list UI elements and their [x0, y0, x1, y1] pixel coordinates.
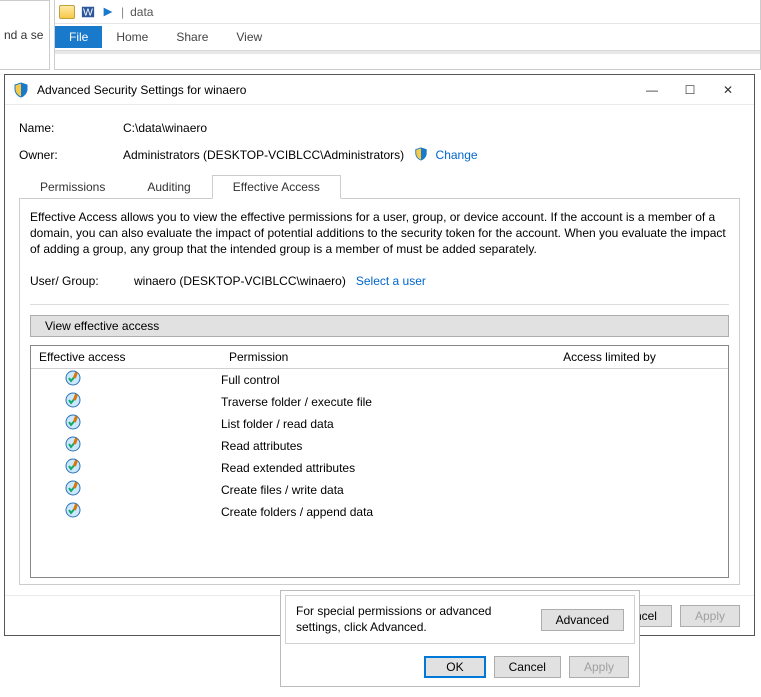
effective-access-grid: Effective access Permission Access limit…	[30, 345, 729, 578]
table-row[interactable]: Full control	[31, 369, 728, 391]
close-button[interactable]: ✕	[710, 79, 746, 101]
permission-granted-icon	[65, 458, 81, 477]
tab-effective-access[interactable]: Effective Access	[212, 175, 341, 199]
table-row[interactable]: Create files / write data	[31, 479, 728, 501]
effective-access-description: Effective Access allows you to view the …	[30, 209, 729, 258]
dialog-title: Advanced Security Settings for winaero	[37, 83, 634, 97]
properties-dialog-fragment: For special permissions or advanced sett…	[280, 590, 640, 687]
tab-home[interactable]: Home	[102, 26, 162, 48]
tab-auditing[interactable]: Auditing	[126, 175, 211, 199]
permission-name: List folder / read data	[221, 417, 491, 431]
breadcrumb-path[interactable]: data	[130, 5, 153, 19]
permission-granted-icon	[65, 392, 81, 411]
advanced-security-dialog: Advanced Security Settings for winaero —…	[4, 74, 755, 636]
tab-content: Effective Access allows you to view the …	[19, 199, 740, 585]
table-row[interactable]: List folder / read data	[31, 413, 728, 435]
tab-view[interactable]: View	[222, 26, 276, 48]
tab-share[interactable]: Share	[162, 26, 222, 48]
table-row[interactable]: Read attributes	[31, 435, 728, 457]
grid-body[interactable]: Full control Traverse folder / execute fi…	[31, 369, 728, 577]
tab-file[interactable]: File	[55, 26, 102, 48]
permission-granted-icon	[65, 414, 81, 433]
props-apply-button[interactable]: Apply	[569, 656, 629, 678]
permission-name: Full control	[221, 373, 491, 387]
col-access-limited-by[interactable]: Access limited by	[491, 346, 728, 368]
change-owner-link[interactable]: Change	[414, 147, 477, 162]
owner-label: Owner:	[19, 148, 123, 162]
permission-granted-icon	[65, 480, 81, 499]
change-owner-text: Change	[436, 148, 478, 162]
permission-name: Read attributes	[221, 439, 491, 453]
nav-arrow-icon	[101, 5, 115, 19]
fragment-text: nd a se	[4, 28, 43, 42]
dialog-titlebar[interactable]: Advanced Security Settings for winaero —…	[5, 75, 754, 105]
permission-name: Traverse folder / execute file	[221, 395, 491, 409]
usergroup-label: User/ Group:	[30, 274, 134, 288]
shield-icon	[13, 82, 29, 98]
props-cancel-button[interactable]: Cancel	[494, 656, 561, 678]
permission-granted-icon	[65, 436, 81, 455]
permission-name: Create folders / append data	[221, 505, 491, 519]
tab-permissions[interactable]: Permissions	[19, 175, 126, 199]
owner-value: Administrators (DESKTOP-VCIBLCC\Administ…	[123, 148, 404, 162]
table-row[interactable]: Read extended attributes	[31, 457, 728, 479]
maximize-button[interactable]: ☐	[672, 79, 708, 101]
grid-header: Effective access Permission Access limit…	[31, 346, 728, 369]
col-permission[interactable]: Permission	[221, 346, 491, 368]
permission-name: Create files / write data	[221, 483, 491, 497]
apply-button[interactable]: Apply	[680, 605, 740, 627]
table-row[interactable]: Traverse folder / execute file	[31, 391, 728, 413]
explorer-address-bar[interactable]: W | data	[55, 0, 760, 24]
dialog-tabbar: Permissions Auditing Effective Access	[19, 174, 740, 199]
divider	[30, 304, 729, 305]
col-effective-access[interactable]: Effective access	[31, 346, 221, 368]
advanced-button[interactable]: Advanced	[541, 609, 624, 631]
permission-granted-icon	[65, 370, 81, 389]
advanced-hint-text: For special permissions or advanced sett…	[296, 604, 531, 635]
permission-name: Read extended attributes	[221, 461, 491, 475]
select-user-link[interactable]: Select a user	[356, 274, 426, 288]
view-effective-access-button[interactable]: View effective access	[30, 315, 729, 337]
usergroup-value: winaero (DESKTOP-VCIBLCC\winaero)	[134, 274, 346, 288]
left-panel-fragment: nd a se	[0, 0, 50, 70]
nav-word-icon: W	[81, 5, 95, 19]
permission-granted-icon	[65, 502, 81, 521]
ribbon-divider	[55, 50, 760, 54]
explorer-window: W | data File Home Share View	[54, 0, 761, 70]
folder-icon	[59, 5, 75, 19]
props-ok-button[interactable]: OK	[424, 656, 485, 678]
svg-text:W: W	[83, 6, 93, 18]
ribbon-tabs: File Home Share View	[55, 24, 760, 50]
name-value: C:\data\winaero	[123, 121, 207, 135]
separator: |	[121, 5, 124, 19]
name-label: Name:	[19, 121, 123, 135]
table-row[interactable]: Create folders / append data	[31, 501, 728, 523]
minimize-button[interactable]: —	[634, 79, 670, 101]
